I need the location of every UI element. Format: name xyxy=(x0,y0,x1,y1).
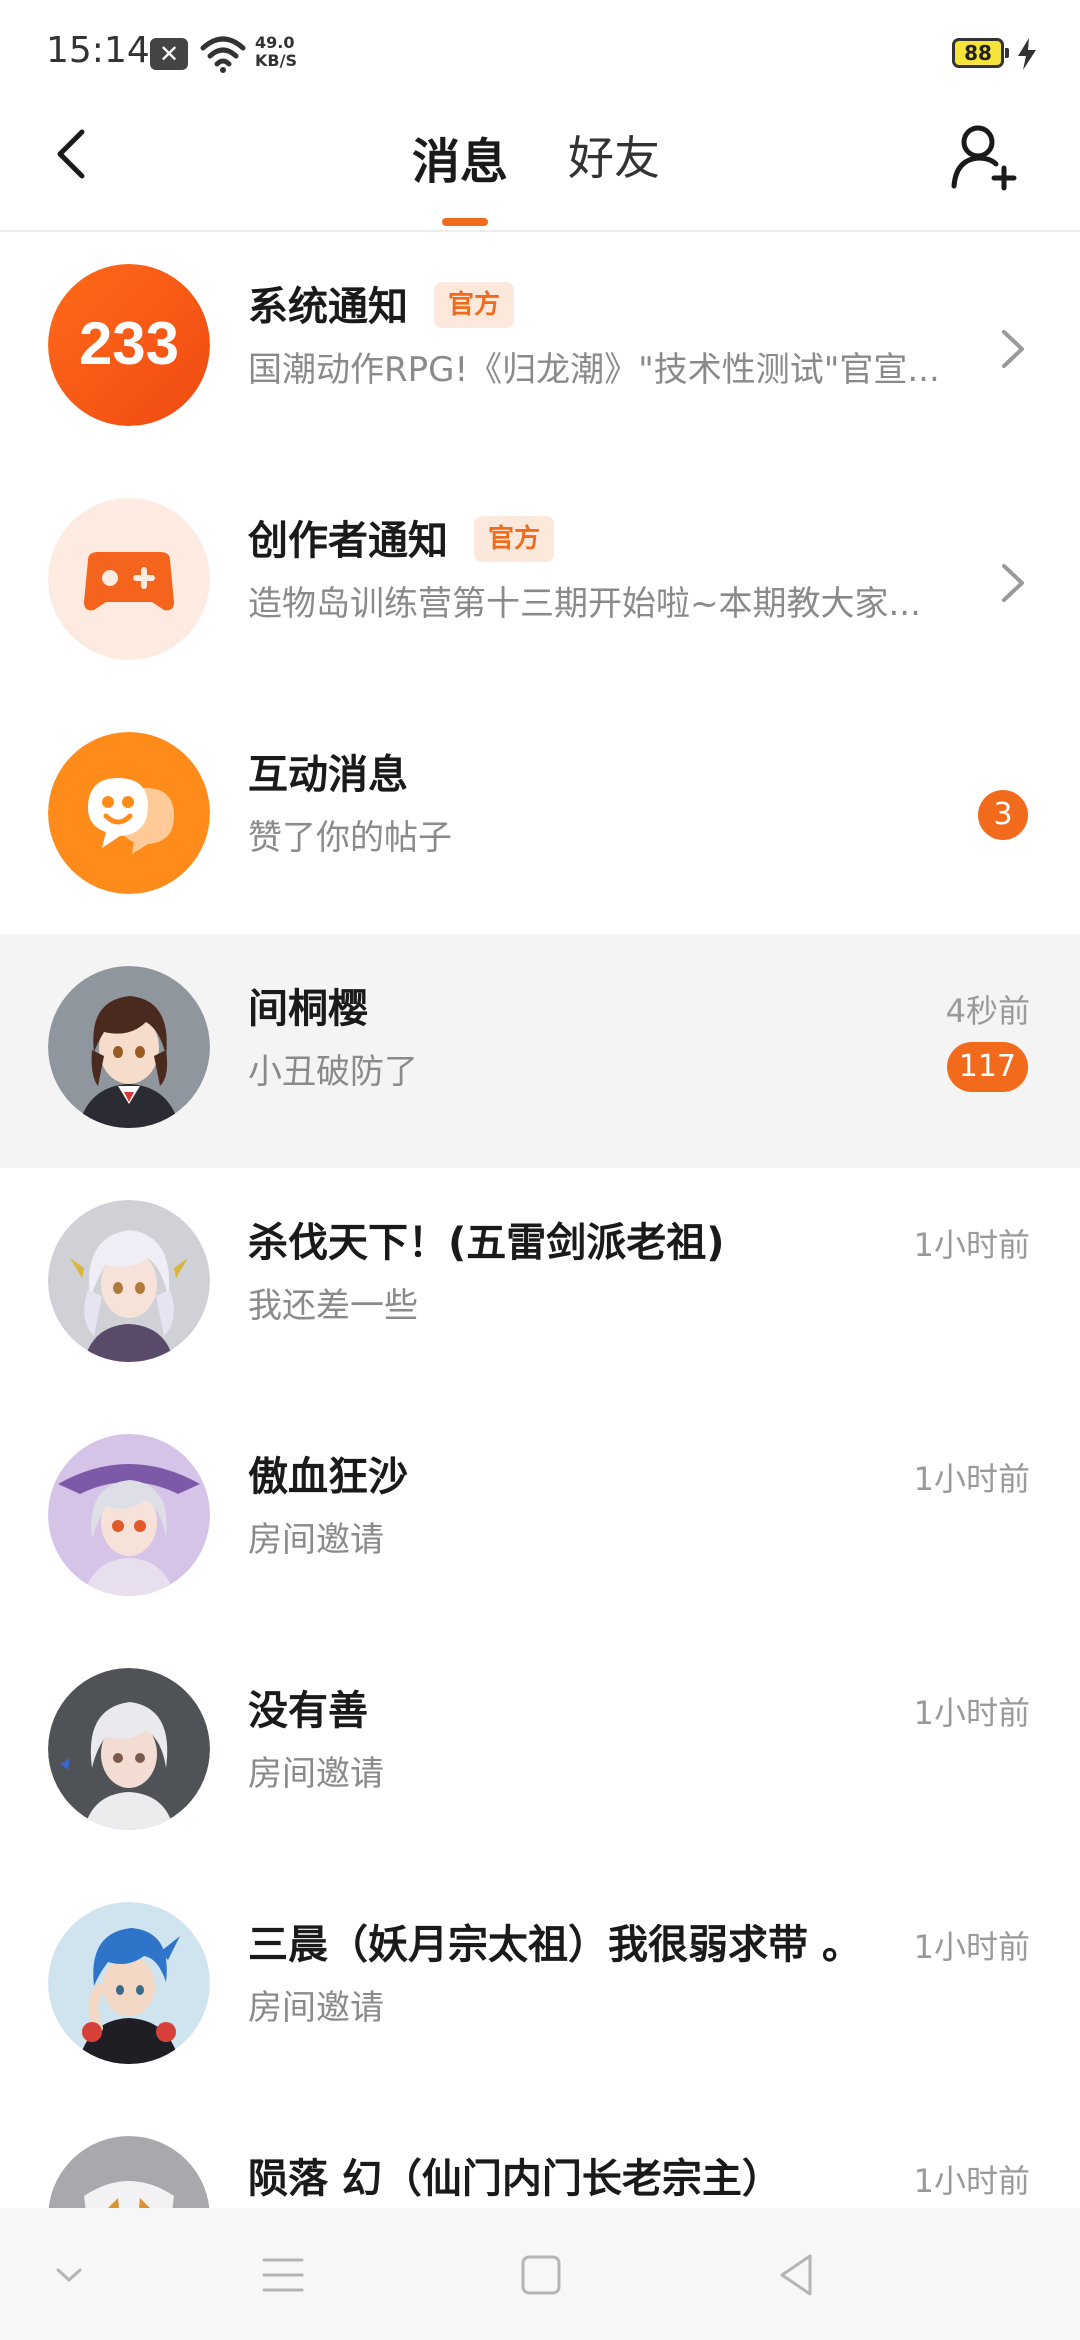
avatar xyxy=(48,1902,210,2064)
back-icon[interactable] xyxy=(44,124,104,184)
list-item-interaction[interactable]: 互动消息 赞了你的帖子 3 xyxy=(0,700,1080,934)
official-badge: 官方 xyxy=(434,282,515,328)
unread-count-badge: 3 xyxy=(978,790,1028,840)
net-speed: 49.0 KB/S xyxy=(255,34,297,70)
top-header: 消息 好友 xyxy=(0,100,1080,232)
list-item-time: 1小时前 xyxy=(913,2162,1030,2200)
list-item-chat[interactable]: 间桐樱 小丑破防了 4秒前 117 xyxy=(0,934,1080,1168)
list-item-title: 三晨（妖月宗太祖）我很弱求带 。 xyxy=(248,1922,862,1968)
list-item-preview: 国潮动作RPG!《归龙潮》"技术性测试"官宣... xyxy=(248,350,940,390)
chevron-right-icon xyxy=(1002,330,1024,368)
list-item-title: 间桐樱 xyxy=(248,986,368,1032)
list-item-time: 1小时前 xyxy=(913,1460,1030,1498)
wifi-icon xyxy=(200,36,246,73)
chat-smile-icon xyxy=(48,732,210,894)
system-notice-title: 系统通知 xyxy=(248,284,408,330)
list-item-chat[interactable]: 傲血狂沙 房间邀请 1小时前 xyxy=(0,1402,1080,1636)
svg-text:233: 233 xyxy=(79,310,179,377)
net-speed-value: 49.0 xyxy=(255,33,295,52)
home-square-icon[interactable] xyxy=(516,2250,566,2300)
creator-notice-title: 创作者通知 xyxy=(248,518,448,564)
avatar xyxy=(48,966,210,1128)
list-item-preview: 造物岛训练营第十三期开始啦~本期教大家... xyxy=(248,584,921,624)
list-item-title: 没有善 xyxy=(248,1688,368,1734)
list-item-title: 创作者通知 官方 xyxy=(248,508,555,566)
back-triangle-icon[interactable] xyxy=(772,2250,822,2300)
system-nav-bar xyxy=(0,2208,1080,2340)
list-item-title: 杀伐天下！(五雷剑派老祖) xyxy=(248,1220,725,1266)
close-box-icon: ✕ xyxy=(150,38,188,70)
list-item-title: 陨落 幻（仙门内门长老宗主） xyxy=(248,2156,782,2202)
tab-messages[interactable]: 消息 xyxy=(412,122,508,192)
battery-icon: 88 xyxy=(952,38,1009,68)
tab-friends[interactable]: 好友 xyxy=(568,122,660,188)
interaction-avatar xyxy=(48,732,210,894)
list-item-preview: 房间邀请 xyxy=(248,1754,384,1794)
system-notice-avatar: 233 xyxy=(48,264,210,426)
list-item-time: 4秒前 xyxy=(945,992,1030,1030)
list-item-system-notice[interactable]: 233 系统通知 官方 国潮动作RPG!《归龙潮》"技术性测试"官宣... xyxy=(0,232,1080,466)
status-bar: 15:14 ✕ 49.0 KB/S 88 xyxy=(0,0,1080,100)
list-item-time: 1小时前 xyxy=(913,1694,1030,1732)
list-item-chat[interactable]: 杀伐天下！(五雷剑派老祖) 我还差一些 1小时前 xyxy=(0,1168,1080,1402)
menu-icon[interactable] xyxy=(258,2250,308,2300)
status-time: 15:14 xyxy=(46,30,150,71)
list-item-preview: 房间邀请 xyxy=(248,1988,384,2028)
list-item-chat[interactable]: 三晨（妖月宗太祖）我很弱求带 。 房间邀请 1小时前 xyxy=(0,1870,1080,2104)
list-item-preview: 小丑破防了 xyxy=(248,1052,418,1092)
charging-icon xyxy=(1018,38,1036,70)
list-item-time: 1小时前 xyxy=(913,1928,1030,1966)
list-item-chat[interactable]: 没有善 房间邀请 1小时前 xyxy=(0,1636,1080,1870)
list-item-preview: 房间邀请 xyxy=(248,1520,384,1560)
add-friend-icon[interactable] xyxy=(950,122,1020,192)
official-badge: 官方 xyxy=(474,516,555,562)
creator-notice-avatar xyxy=(48,498,210,660)
list-item-title: 系统通知 官方 xyxy=(248,274,515,332)
chevron-right-icon xyxy=(1002,564,1024,602)
avatar xyxy=(48,1668,210,1830)
chevron-down-icon[interactable] xyxy=(44,2250,94,2300)
net-speed-unit: KB/S xyxy=(255,51,297,70)
avatar xyxy=(48,1434,210,1596)
unread-count-badge: 117 xyxy=(946,1042,1028,1092)
list-item-preview: 赞了你的帖子 xyxy=(248,818,452,858)
list-item-title: 傲血狂沙 xyxy=(248,1454,408,1500)
list-item-creator-notice[interactable]: 创作者通知 官方 造物岛训练营第十三期开始啦~本期教大家... xyxy=(0,466,1080,700)
list-item-preview: 我还差一些 xyxy=(248,1286,418,1326)
avatar xyxy=(48,1200,210,1362)
gamepad-icon xyxy=(48,498,210,660)
list-item-time: 1小时前 xyxy=(913,1226,1030,1264)
interaction-title: 互动消息 xyxy=(248,752,408,798)
active-tab-indicator xyxy=(442,218,488,226)
